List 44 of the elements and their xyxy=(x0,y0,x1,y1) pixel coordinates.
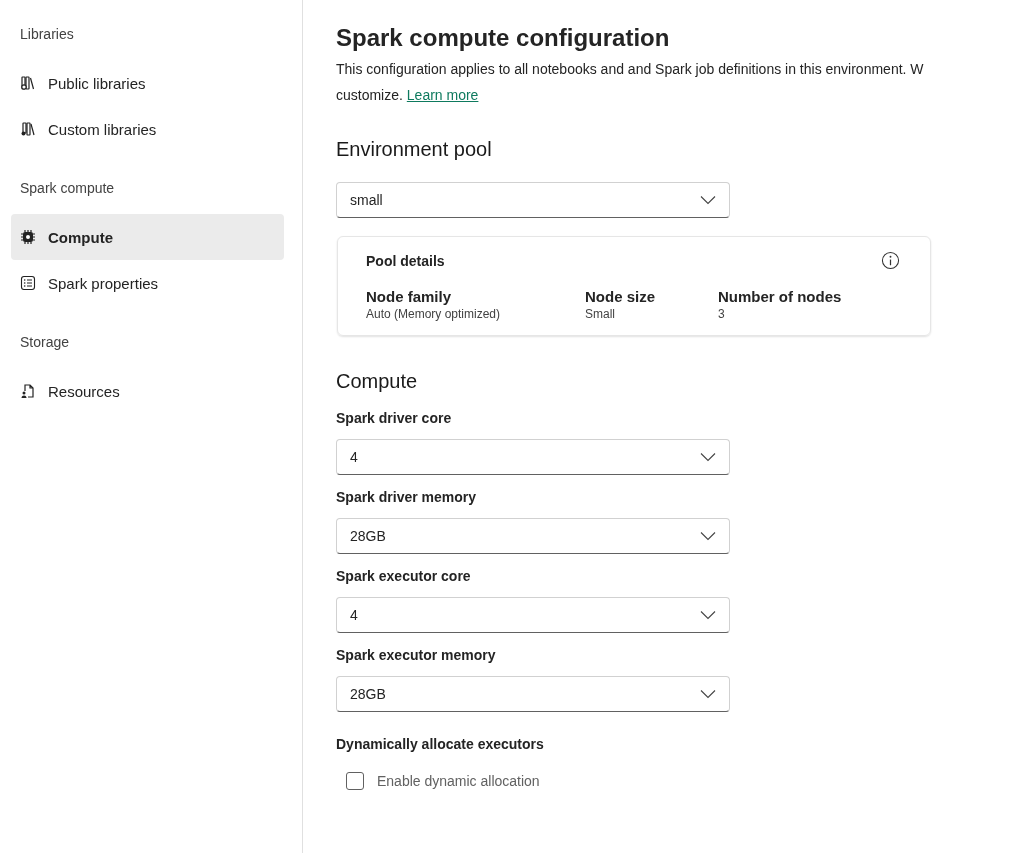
detail-value: 3 xyxy=(718,307,726,321)
document-person-icon xyxy=(20,383,36,399)
chevron-down-icon xyxy=(700,195,716,205)
pool-dropdown[interactable]: small xyxy=(336,182,730,218)
field-label: Spark driver memory xyxy=(336,488,478,507)
sidebar-item[interactable]: Spark properties xyxy=(11,260,284,306)
chevron-down-icon xyxy=(700,531,716,541)
section-heading: Spark compute xyxy=(19,179,116,198)
card-title: Pool details xyxy=(366,252,445,269)
list-icon xyxy=(20,275,36,291)
page-title: Spark compute configuration xyxy=(336,23,671,53)
section-heading: Environment pool xyxy=(336,137,493,162)
sidebar-item[interactable]: Compute xyxy=(11,214,284,260)
description-text: This configuration applies to all notebooks and and Spark job definitions in this environment. W xyxy=(336,60,925,79)
books-icon xyxy=(20,75,36,91)
field-label: Spark executor core xyxy=(336,567,472,586)
description-text: customize. xyxy=(336,87,403,103)
dropdown[interactable]: 4 xyxy=(336,439,730,475)
learn-more-link[interactable]: Learn more xyxy=(406,87,479,103)
field-label: Dynamically allocate executors xyxy=(336,735,545,754)
field-label: Spark driver core xyxy=(336,409,453,428)
dropdown[interactable]: 28GB xyxy=(336,518,730,554)
field-label: Spark executor memory xyxy=(336,646,497,665)
books-icon xyxy=(20,121,36,137)
detail-label: Node family xyxy=(366,288,453,305)
checkbox[interactable] xyxy=(346,772,364,790)
chevron-down-icon xyxy=(700,610,716,620)
detail-value: Small xyxy=(585,307,616,321)
sidebar-item[interactable]: Resources xyxy=(11,368,284,414)
section-heading: Storage xyxy=(19,333,71,352)
detail-label: Node size xyxy=(585,288,657,305)
detail-label: Number of nodes xyxy=(718,288,842,305)
dropdown[interactable]: 28GB xyxy=(336,676,730,712)
sidebar-item[interactable]: Public libraries xyxy=(11,60,284,106)
chevron-down-icon xyxy=(700,452,716,462)
chip-icon xyxy=(20,229,36,245)
section-heading: Compute xyxy=(336,369,419,394)
info-icon[interactable] xyxy=(881,251,900,270)
sidebar-item[interactable]: Custom libraries xyxy=(11,106,284,152)
chevron-down-icon xyxy=(700,689,716,699)
detail-value: Auto (Memory optimized) xyxy=(366,307,502,321)
checkbox-label: Enable dynamic allocation xyxy=(377,773,540,789)
section-heading: Libraries xyxy=(19,25,75,44)
dropdown[interactable]: 4 xyxy=(336,597,730,633)
